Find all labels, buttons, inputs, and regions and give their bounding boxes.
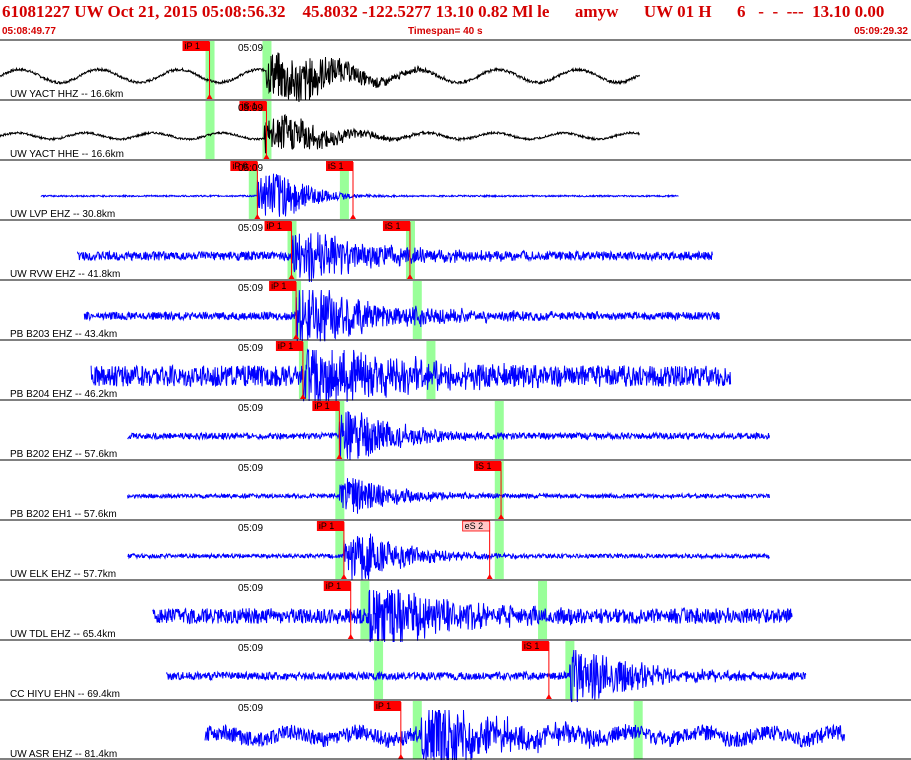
pick-window (494, 401, 504, 459)
station-label: PB B203 EHZ -- 43.4km (10, 329, 117, 340)
panel-time-label: 05:09 (238, 583, 263, 594)
panel-time-label: 05:09 (238, 463, 263, 474)
pick-label: iS 1 (385, 221, 401, 231)
pick-label: iP 1 (376, 701, 391, 711)
waveform-trace (127, 478, 770, 514)
pick-label: iP 1 (326, 581, 341, 591)
pick-window (412, 701, 422, 759)
waveform-trace (40, 173, 679, 217)
waveform-trace (0, 113, 640, 154)
pick-arrow (545, 694, 552, 699)
waveform-trace (76, 232, 713, 283)
panel-time-label: 05:09 (238, 163, 263, 174)
waveform-trace (204, 709, 845, 760)
waveform-trace (152, 589, 793, 643)
station-label: UW LVP EHZ -- 30.8km (10, 209, 115, 220)
station-label: UW TDL EHZ -- 65.4km (10, 629, 116, 640)
waveform-trace (127, 533, 770, 581)
pick-arrow (347, 634, 354, 639)
station-label: PB B202 EHZ -- 57.6km (10, 449, 117, 460)
waveform-trace (83, 289, 720, 343)
station-label: PB B202 EH1 -- 57.6km (10, 509, 117, 520)
waveform-trace (165, 649, 807, 703)
pick-label: iS 1 (328, 161, 344, 171)
pick-window (205, 101, 215, 159)
pick-label: iP 1 (278, 341, 293, 351)
station-label: UW YACT HHE -- 16.6km (10, 149, 124, 160)
pick-label: iP 1 (271, 281, 286, 291)
panel-time-label: 05:09 (238, 523, 263, 534)
panel-time-label: 05:09 (238, 643, 263, 654)
panel-time-label: 05:09 (238, 403, 263, 414)
seismogram-panels[interactable]: iP 1 05:09 UW YACT HHZ -- 16.6km iS 1 05:09 U… (0, 0, 911, 760)
panel-time-label: 05:09 (238, 283, 263, 294)
panel-time-label: 05:09 (238, 43, 263, 54)
pick-label: iS 1 (524, 641, 540, 651)
pick-window (374, 641, 384, 699)
pick-label: iS 1 (476, 461, 492, 471)
pick-label: eS 2 (465, 521, 484, 531)
pick-label: iP 1 (267, 221, 282, 231)
panel-time-label: 05:09 (238, 103, 263, 114)
waveform-trace (90, 348, 732, 403)
station-label: UW RVW EHZ -- 41.8km (10, 269, 120, 280)
station-label: UW ASR EHZ -- 81.4km (10, 749, 117, 760)
station-label: CC HIYU EHN -- 69.4km (10, 689, 120, 700)
pick-arrow (486, 574, 493, 579)
panel-time-label: 05:09 (238, 343, 263, 354)
pick-label: iP 1 (314, 401, 329, 411)
waveform-trace (127, 411, 770, 460)
station-label: UW YACT HHZ -- 16.6km (10, 89, 123, 100)
station-label: PB B204 EHZ -- 46.2km (10, 389, 117, 400)
pick-arrow (350, 214, 357, 219)
pick-arrow (397, 754, 404, 759)
pick-label: iP 1 (319, 521, 334, 531)
station-label: UW ELK EHZ -- 57.7km (10, 569, 116, 580)
pick-window (360, 581, 370, 639)
panel-time-label: 05:09 (238, 223, 263, 234)
pick-label: iP 1 (185, 41, 200, 51)
pick-window (494, 521, 504, 579)
panel-time-label: 05:09 (238, 703, 263, 714)
